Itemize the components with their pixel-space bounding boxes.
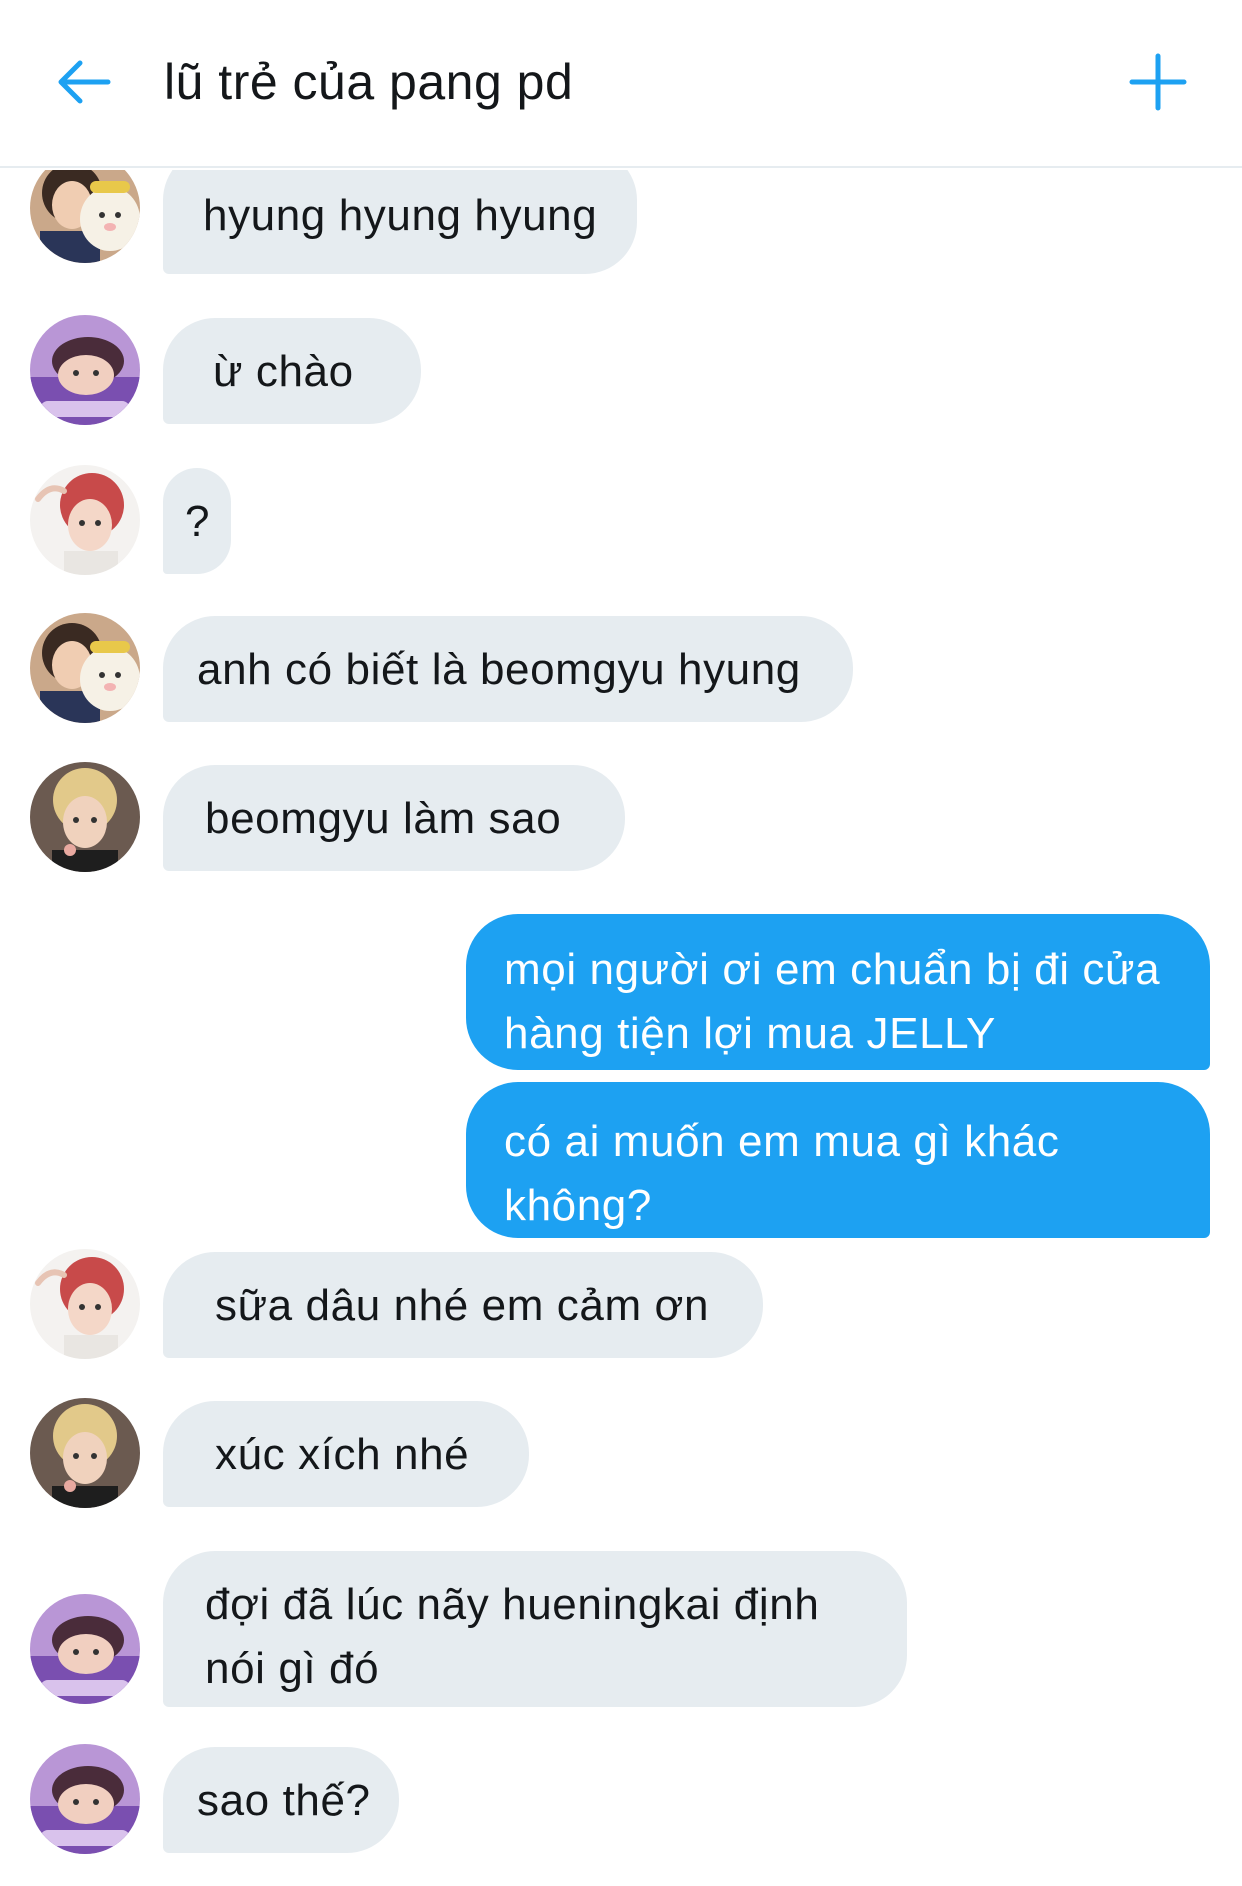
avatar[interactable] <box>30 1594 140 1704</box>
message-bubble[interactable]: anh có biết là beomgyu hyung <box>163 616 853 722</box>
message-bubble[interactable]: ừ chào <box>163 318 421 424</box>
message-bubble-sent[interactable]: có ai muốn em mua gì khác không? <box>466 1082 1210 1238</box>
message-bubble[interactable]: sữa dâu nhé em cảm ơn <box>163 1252 763 1358</box>
avatar[interactable] <box>30 1249 140 1359</box>
conversation-title: lũ trẻ của pang pd <box>164 54 574 110</box>
avatar[interactable] <box>30 613 140 723</box>
avatar[interactable] <box>30 1744 140 1854</box>
message-bubble[interactable]: beomgyu làm sao <box>163 765 625 871</box>
add-participant-button[interactable] <box>1126 50 1190 114</box>
back-button[interactable] <box>52 50 116 114</box>
avatar[interactable] <box>30 315 140 425</box>
avatar[interactable] <box>30 170 140 263</box>
arrow-left-icon <box>58 60 111 104</box>
message-bubble[interactable]: sao thế? <box>163 1747 399 1853</box>
message-bubble[interactable]: hyung hyung hyung <box>163 170 637 274</box>
avatar[interactable] <box>30 1398 140 1508</box>
message-thread[interactable]: hyung hyung hyung ừ chào ? anh có biết l… <box>0 170 1242 1886</box>
message-bubble[interactable]: đợi đã lúc nãy hueningkai định nói gì đó <box>163 1551 907 1707</box>
message-bubble-sent[interactable]: mọi người ơi em chuẩn bị đi cửa hàng tiệ… <box>466 914 1210 1070</box>
plus-icon <box>1129 53 1187 111</box>
avatar[interactable] <box>30 762 140 872</box>
avatar[interactable] <box>30 465 140 575</box>
message-bubble[interactable]: xúc xích nhé <box>163 1401 529 1507</box>
message-bubble[interactable]: ? <box>163 468 231 574</box>
conversation-header: lũ trẻ của pang pd <box>0 0 1242 168</box>
